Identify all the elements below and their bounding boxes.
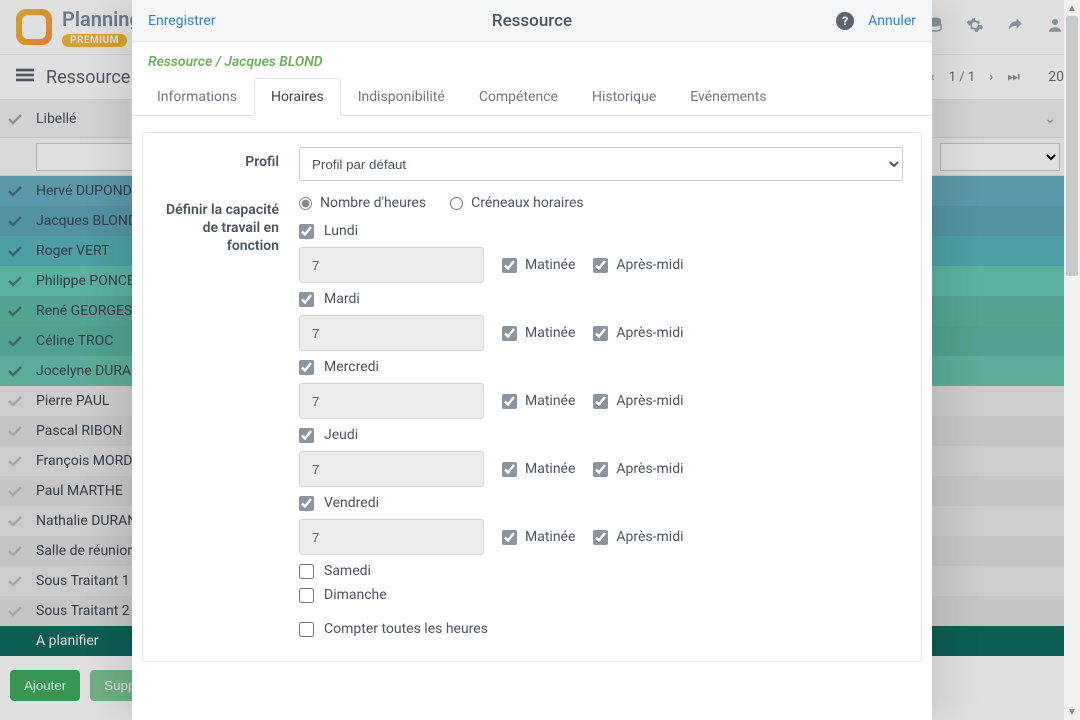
modal-title: Ressource xyxy=(492,11,572,31)
hours-tuesday[interactable] xyxy=(299,315,484,351)
afternoon-thursday[interactable]: Après-midi xyxy=(593,461,683,477)
profil-select[interactable]: Profil par défaut xyxy=(299,147,903,181)
scroll-down-icon[interactable]: ▼ xyxy=(1064,704,1080,720)
morning-friday[interactable]: Matinée xyxy=(502,529,575,545)
capacity-label: Définir la capacité de travail en foncti… xyxy=(161,195,279,637)
hours-monday[interactable] xyxy=(299,247,484,283)
cancel-link[interactable]: Annuler xyxy=(868,13,916,29)
hours-wednesday[interactable] xyxy=(299,383,484,419)
help-icon[interactable]: ? xyxy=(836,12,854,30)
tab-historique[interactable]: Historique xyxy=(575,78,673,116)
modal-breadcrumb: Ressource / Jacques BLOND xyxy=(132,42,932,78)
tab-evenements[interactable]: Evénements xyxy=(673,78,783,116)
scroll-up-icon[interactable]: ▲ xyxy=(1064,0,1080,16)
scrollbar[interactable]: ▲ ▼ xyxy=(1064,0,1080,720)
day-friday[interactable]: Vendredi xyxy=(299,495,903,511)
day-tuesday[interactable]: Mardi xyxy=(299,291,903,307)
morning-tuesday[interactable]: Matinée xyxy=(502,325,575,341)
resource-modal: Enregistrer Ressource ? Annuler Ressourc… xyxy=(132,0,932,720)
hours-friday[interactable] xyxy=(299,519,484,555)
count-all-hours[interactable]: Compter toutes les heures xyxy=(299,621,903,637)
radio-hours[interactable]: Nombre d'heures xyxy=(299,195,426,211)
day-saturday[interactable]: Samedi xyxy=(299,563,903,579)
tab-informations[interactable]: Informations xyxy=(140,78,254,116)
afternoon-tuesday[interactable]: Après-midi xyxy=(593,325,683,341)
day-thursday[interactable]: Jeudi xyxy=(299,427,903,443)
afternoon-friday[interactable]: Après-midi xyxy=(593,529,683,545)
day-wednesday[interactable]: Mercredi xyxy=(299,359,903,375)
day-sunday[interactable]: Dimanche xyxy=(299,587,903,603)
scroll-thumb[interactable] xyxy=(1066,16,1078,276)
morning-monday[interactable]: Matinée xyxy=(502,257,575,273)
profil-label: Profil xyxy=(161,147,279,181)
modal-header: Enregistrer Ressource ? Annuler xyxy=(132,0,932,42)
day-monday[interactable]: Lundi xyxy=(299,223,903,239)
tab-list: Informations Horaires Indisponibilité Co… xyxy=(132,78,932,116)
afternoon-wednesday[interactable]: Après-midi xyxy=(593,393,683,409)
tab-horaires[interactable]: Horaires xyxy=(254,78,341,116)
save-link[interactable]: Enregistrer xyxy=(148,13,216,29)
afternoon-monday[interactable]: Après-midi xyxy=(593,257,683,273)
morning-wednesday[interactable]: Matinée xyxy=(502,393,575,409)
morning-thursday[interactable]: Matinée xyxy=(502,461,575,477)
radio-slots[interactable]: Créneaux horaires xyxy=(450,195,584,211)
tab-competence[interactable]: Compétence xyxy=(462,78,575,116)
tab-indisponibilite[interactable]: Indisponibilité xyxy=(341,78,462,116)
tab-panel-horaires: Profil Profil par défaut Définir la capa… xyxy=(132,116,932,720)
hours-thursday[interactable] xyxy=(299,451,484,487)
